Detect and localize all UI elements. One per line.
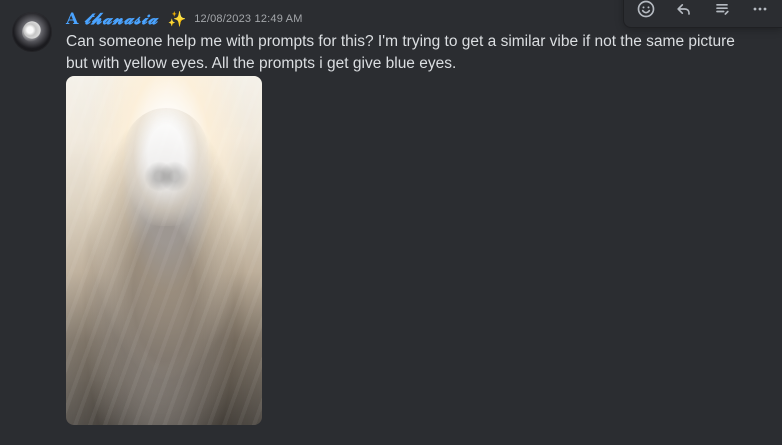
message-content: Can someone help me with prompts for thi… xyxy=(66,31,756,75)
reply-icon xyxy=(674,0,694,19)
create-thread-icon xyxy=(712,0,732,19)
image-attachment[interactable] xyxy=(66,76,262,425)
more-options-button[interactable] xyxy=(746,0,774,23)
avatar[interactable] xyxy=(12,12,52,52)
message-header: A 𝓽𝓱𝓪𝓷𝓪𝓼𝓲𝓪 ✨ 12/08/2023 12:49 AM xyxy=(66,8,303,30)
add-reaction-button[interactable] xyxy=(632,0,660,23)
timestamp: 12/08/2023 12:49 AM xyxy=(194,13,303,25)
message-text: Can someone help me with prompts for thi… xyxy=(66,33,735,72)
add-reaction-icon xyxy=(636,0,656,19)
author-name-prefix: A xyxy=(66,9,85,28)
author-name[interactable]: A 𝓽𝓱𝓪𝓷𝓪𝓼𝓲𝓪 xyxy=(66,9,158,29)
message-row: A 𝓽𝓱𝓪𝓷𝓪𝓼𝓲𝓪 ✨ 12/08/2023 12:49 AM Can som… xyxy=(0,0,782,445)
discord-page: A 𝓽𝓱𝓪𝓷𝓪𝓼𝓲𝓪 ✨ 12/08/2023 12:49 AM Can som… xyxy=(0,0,782,445)
sparkles-icon: ✨ xyxy=(167,10,187,28)
message-actions-toolbar xyxy=(623,0,782,28)
reply-button[interactable] xyxy=(670,0,698,23)
more-options-icon xyxy=(750,0,770,19)
create-thread-button[interactable] xyxy=(708,0,736,23)
author-name-script: 𝓽𝓱𝓪𝓷𝓪𝓼𝓲𝓪 xyxy=(84,9,159,28)
